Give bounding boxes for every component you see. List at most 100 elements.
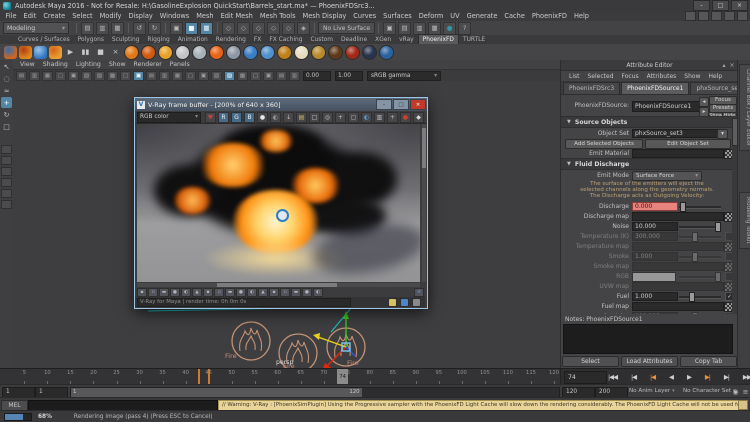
smoke-field[interactable]: 1.000 — [632, 252, 678, 261]
vfb-vertical-scrollbar[interactable] — [422, 124, 426, 282]
candle-preset-icon[interactable] — [158, 45, 173, 60]
render-settings-icon[interactable]: ● — [443, 22, 456, 35]
move-tool-icon[interactable]: + — [1, 97, 12, 108]
blue-channel-icon[interactable]: B — [244, 112, 255, 123]
menu-surfaces[interactable]: Surfaces — [380, 12, 416, 20]
auto-keyframe-icon[interactable]: ◉ — [731, 387, 740, 396]
fountain-preset-icon[interactable] — [260, 45, 275, 60]
live-surface-button[interactable]: No Live Surface — [318, 22, 375, 34]
emit-material-field[interactable] — [632, 149, 724, 158]
undo-icon[interactable]: ↺ — [133, 22, 146, 35]
multisample-aa-icon[interactable]: ▨ — [224, 71, 235, 81]
manipulator-plane-arrowhead[interactable] — [313, 333, 320, 340]
render-last-icon[interactable]: ◆ — [413, 112, 424, 123]
rgb-slider[interactable] — [679, 276, 721, 279]
temperature-slider[interactable] — [679, 236, 721, 239]
snap-to-view-plane-icon[interactable]: ◇ — [282, 22, 295, 35]
exposure-icon[interactable]: ▤ — [276, 71, 287, 81]
character-set-dropdown[interactable]: No Character Set ▾ — [683, 387, 735, 396]
go-to-start-button[interactable]: |◀◀ — [608, 373, 617, 381]
close-button[interactable]: × — [731, 0, 748, 11]
shelf-tab-fx[interactable]: FX — [250, 35, 265, 44]
menu-modify[interactable]: Modify — [96, 12, 125, 20]
play-forwards-button[interactable]: ▶ — [687, 373, 691, 381]
fuel-field[interactable]: 1.000 — [632, 292, 678, 301]
shelf-tab-rendering[interactable]: Rendering — [212, 35, 250, 44]
2d-pan-zoom-icon[interactable]: ▢ — [55, 71, 66, 81]
save-image-icon[interactable]: ↓ — [283, 112, 294, 123]
menu-display[interactable]: Display — [125, 12, 156, 20]
source-objects-section-header[interactable]: ▼Source Objects — [561, 116, 738, 128]
menu-curves[interactable]: Curves — [350, 12, 380, 20]
particles-slider-handle[interactable] — [692, 312, 698, 314]
grid-icon[interactable]: ▧ — [81, 71, 92, 81]
sidebar-tab-modeling-toolkit[interactable]: Modeling Toolkit — [739, 192, 750, 249]
levels-icon[interactable]: ● — [170, 288, 180, 297]
workspace-icon[interactable] — [737, 11, 748, 21]
temperature-field[interactable]: 300.000 — [632, 232, 678, 241]
menu-file[interactable]: File — [2, 12, 20, 20]
help-line-icon[interactable]: ? — [458, 22, 471, 35]
shelf-tab-phoenixfd[interactable]: PhoenixFD — [418, 34, 459, 44]
stop-simulation-icon[interactable]: ■ — [94, 46, 107, 59]
fire-source-node[interactable] — [232, 322, 270, 360]
shelf-tab-curves-surfaces[interactable]: Curves / Surfaces — [14, 35, 74, 44]
shelf-tab-turtle[interactable]: TURTLE — [459, 35, 489, 44]
alpha-channel-icon[interactable]: ● — [257, 112, 268, 123]
snap-to-curve-icon[interactable]: ◇ — [237, 22, 250, 35]
lasso-select-tool-icon[interactable]: ◌ — [1, 73, 12, 84]
srgb-icon[interactable]: ▫ — [280, 288, 290, 297]
smoke-map-field[interactable] — [632, 262, 724, 271]
viewport-menu-view[interactable]: View — [16, 61, 39, 68]
discharge-field[interactable]: 0.000 — [632, 202, 678, 211]
manipulator-x-axis[interactable] — [326, 347, 346, 367]
animation-end-field[interactable]: 200 — [595, 387, 628, 398]
particles-field[interactable]: 100.000 — [632, 312, 678, 314]
phoenix-particle-group-icon[interactable] — [49, 46, 62, 59]
time-slider-track[interactable]: 5101520253035404550556065707580859095100… — [0, 369, 561, 385]
command-input[interactable] — [28, 400, 218, 411]
step-back-frame-button[interactable]: |◀ — [631, 373, 636, 381]
shelf-tab-rigging[interactable]: Rigging — [143, 35, 173, 44]
persp-uv-layout-icon[interactable] — [1, 200, 12, 209]
new-scene-icon[interactable]: ▤ — [81, 22, 94, 35]
phoenix-fire-sim-icon[interactable] — [19, 46, 32, 59]
cloud-preset-icon[interactable] — [226, 45, 241, 60]
progress-circle-icon[interactable] — [400, 298, 409, 307]
ipr-render-icon[interactable]: ▦ — [428, 22, 441, 35]
fluid-discharge-section-header[interactable]: ▼Fluid Discharge — [561, 158, 738, 170]
noise-field[interactable]: 10.000 — [632, 222, 678, 231]
camera-attributes-icon[interactable]: ▤ — [16, 71, 27, 81]
status-options-icon[interactable] — [412, 298, 421, 307]
viewport-menu-panels[interactable]: Panels — [166, 61, 194, 68]
track-mouse-icon[interactable]: + — [335, 112, 346, 123]
save-scene-icon[interactable]: ▦ — [111, 22, 124, 35]
range-slider-thumb[interactable]: 1 120 — [71, 388, 362, 397]
force-color-clamping-icon[interactable]: ♥ — [205, 112, 216, 123]
clear-cache-icon[interactable]: × — [109, 46, 122, 59]
playback-end-field[interactable]: 120 — [562, 387, 595, 398]
color-corrections-icon[interactable]: ◐ — [361, 112, 372, 123]
shelf-tab-deadline[interactable]: Deadline — [337, 35, 371, 44]
shelf-tab-custom[interactable]: Custom — [306, 35, 337, 44]
icc-profile-icon[interactable]: ▪ — [269, 288, 279, 297]
cigarette-smoke-preset-icon[interactable] — [175, 45, 190, 60]
exposure-field[interactable]: 0.00 — [303, 71, 331, 81]
toggle-attribute-editor-icon[interactable] — [698, 11, 709, 21]
gamma-icon[interactable]: ▥ — [289, 71, 300, 81]
ae-menu-help[interactable]: Help — [704, 73, 726, 80]
ae-menu-focus[interactable]: Focus — [618, 73, 643, 80]
water-splash-preset-icon[interactable] — [243, 45, 258, 60]
compare-vertical-icon[interactable]: ◐ — [247, 288, 257, 297]
histogram-icon[interactable]: ▥ — [374, 112, 385, 123]
pause-simulation-icon[interactable]: ▮▮ — [79, 46, 92, 59]
pin-panel-icon[interactable]: ▴ — [720, 61, 728, 69]
ae-menu-show[interactable]: Show — [680, 73, 704, 80]
ink-preset-icon[interactable] — [362, 45, 377, 60]
menu-edit-mesh[interactable]: Edit Mesh — [217, 12, 256, 20]
attribute-editor-header[interactable]: Attribute Editor ▴× — [561, 60, 738, 71]
discharge-map-field[interactable] — [632, 212, 724, 221]
select-by-component-icon[interactable]: ▦ — [200, 22, 213, 35]
red-channel-icon[interactable]: R — [218, 112, 229, 123]
menu-help[interactable]: Help — [570, 12, 592, 20]
